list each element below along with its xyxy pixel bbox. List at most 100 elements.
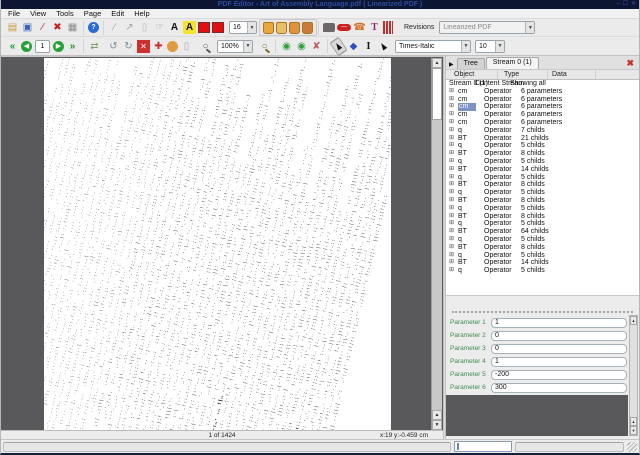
scrollbar-track[interactable] [432,120,442,410]
tree-row-object[interactable]: q [458,158,462,166]
expand-icon[interactable]: ⊞ [449,189,454,197]
expand-icon[interactable]: ⊞ [449,127,454,135]
tree-row-object[interactable]: q [458,127,462,135]
menu-view[interactable]: View [25,9,51,19]
expand-icon[interactable]: ⊞ [449,236,454,244]
scrollbar-track[interactable] [630,325,637,417]
tree-row[interactable]: ⊞BTOperator8 childs [446,150,639,158]
menu-file[interactable]: File [3,9,25,19]
tree-row-object[interactable]: BT [458,150,467,158]
tree-row-object[interactable]: q [458,189,462,197]
add-page-icon[interactable]: ▯ [138,21,151,34]
save-file-icon[interactable]: ▣ [21,21,34,34]
tab-stream-0[interactable]: Stream 0 (1) [486,57,539,69]
tree-row[interactable]: ⊞qOperator5 childs [446,158,639,166]
fill-color-swatch-icon[interactable] [198,22,210,33]
stroke-color-swatch-icon[interactable] [212,22,224,33]
parameter-6-input[interactable] [491,383,627,393]
tree-row[interactable]: ⊞qOperator5 childs [446,220,639,228]
pan-tool-icon[interactable] [167,41,178,52]
extract-tool-2-icon[interactable] [276,22,287,34]
phone-annotation-icon[interactable]: ☎ [353,21,366,34]
column-object[interactable]: Object [446,70,498,79]
expand-icon[interactable]: ⊞ [449,205,454,213]
barcode-icon[interactable] [383,21,393,34]
chevron-down-icon[interactable]: ▼ [461,41,470,52]
scroll-up-button[interactable]: ▲ [630,316,637,325]
close-button[interactable]: ✕ [631,1,636,8]
tree-root-row[interactable]: Stream 0 (1) Content Stream Showing all [446,80,639,88]
tree-row-object[interactable]: q [458,174,462,182]
rotate-right-icon[interactable]: ↻ [122,40,135,53]
attach-tool-icon[interactable]: ◉ [295,40,308,53]
resize-grip[interactable] [627,442,637,452]
tab-scroll-arrow-icon[interactable]: ▶ [447,61,456,69]
tree-row-object[interactable]: BT [458,181,467,189]
expand-icon[interactable]: ⊞ [449,181,454,189]
tree-row[interactable]: ⊞cmOperator6 parameters [446,111,639,119]
font-size-combo[interactable]: 16 ▼ [229,21,257,34]
column-data[interactable]: Data [548,70,596,79]
fit-page-icon[interactable]: ✕ [137,40,150,53]
pointer-tool-icon[interactable]: ▲ [374,36,392,56]
revisions-combo[interactable]: Linearized PDF ▼ [439,21,535,34]
expand-icon[interactable]: ⊞ [449,244,454,252]
scroll-down-button[interactable]: ▼ [432,420,442,430]
link-tool-icon[interactable]: ◉ [280,40,293,53]
draw-line-icon[interactable]: ∕ [108,21,121,34]
tree-row[interactable]: ⊞cmOperator6 parameters [446,119,639,127]
tree-row-object[interactable]: q [458,220,462,228]
tree-row[interactable]: ⊞qOperator7 childs [446,127,639,135]
parameter-3-input[interactable] [491,344,627,354]
tree-row-object[interactable]: q [458,205,462,213]
highlight-text-icon[interactable]: A [183,21,196,34]
tree-row-object[interactable]: BT [458,135,467,143]
tree-row[interactable]: ⊞qOperator5 childs [446,142,639,150]
tree-row-object[interactable]: BT [458,244,467,252]
menu-edit[interactable]: Edit [106,9,129,19]
delete-icon[interactable]: ✖ [51,21,64,34]
expand-icon[interactable]: ⊞ [449,228,454,236]
menu-page[interactable]: Page [79,9,107,19]
search-icon[interactable]: ○ [258,40,271,53]
page-number-input[interactable] [35,40,50,53]
add-annotation-icon[interactable]: ✚ [152,40,165,53]
tree-row-object[interactable]: BT [458,213,467,221]
parameter-4-input[interactable] [491,357,627,367]
chevron-down-icon[interactable]: ▼ [247,22,256,33]
scroll-up-button[interactable]: ▲ [432,58,442,68]
expand-icon[interactable]: ⊞ [449,197,454,205]
expand-icon[interactable]: ⊞ [449,142,454,150]
extract-tool-3-icon[interactable] [289,22,300,34]
column-type[interactable]: Type [498,70,548,79]
tree-row-object[interactable]: cm [458,111,467,119]
last-page-icon[interactable]: » [66,40,79,53]
tree-row-object[interactable]: q [458,267,462,275]
font-size-combo-2[interactable]: 10 ▼ [475,40,505,53]
menu-help[interactable]: Help [129,9,154,19]
tree-row[interactable]: ⊞BTOperator64 childs [446,228,639,236]
tree-row[interactable]: ⊞BTOperator21 childs [446,135,639,143]
scrollbar-thumb[interactable] [432,68,442,120]
expand-icon[interactable]: ⊞ [449,119,454,127]
tree-row-object[interactable]: BT [458,259,467,267]
expand-icon[interactable]: ⊞ [449,158,454,166]
expand-icon[interactable]: ⊞ [449,111,454,119]
draw-arrow-icon[interactable]: ↗ [123,21,136,34]
help-icon[interactable]: ? [88,22,99,33]
chevron-down-icon[interactable]: ▼ [495,41,504,52]
extract-tool-1-icon[interactable] [263,22,274,34]
expand-icon[interactable]: ⊞ [449,213,454,221]
tree-row[interactable]: ⊞qOperator5 childs [446,236,639,244]
tree-row[interactable]: ⊞qOperator5 childs [446,189,639,197]
scroll-up-button-2[interactable]: ▲ [630,417,637,426]
expand-icon[interactable]: ⊞ [449,150,454,158]
text-select-tool-icon[interactable]: I [362,40,375,53]
reload-page-icon[interactable]: ⇄ [88,40,101,53]
tree-row[interactable]: ⊞qOperator5 childs [446,174,639,182]
tree-row-object[interactable]: BT [458,228,467,236]
expand-icon[interactable]: ⊞ [449,267,454,275]
tree-row-object[interactable]: BT [458,166,467,174]
expand-icon[interactable]: ⊞ [449,135,454,143]
tree-row[interactable]: ⊞qOperator5 childs [446,205,639,213]
